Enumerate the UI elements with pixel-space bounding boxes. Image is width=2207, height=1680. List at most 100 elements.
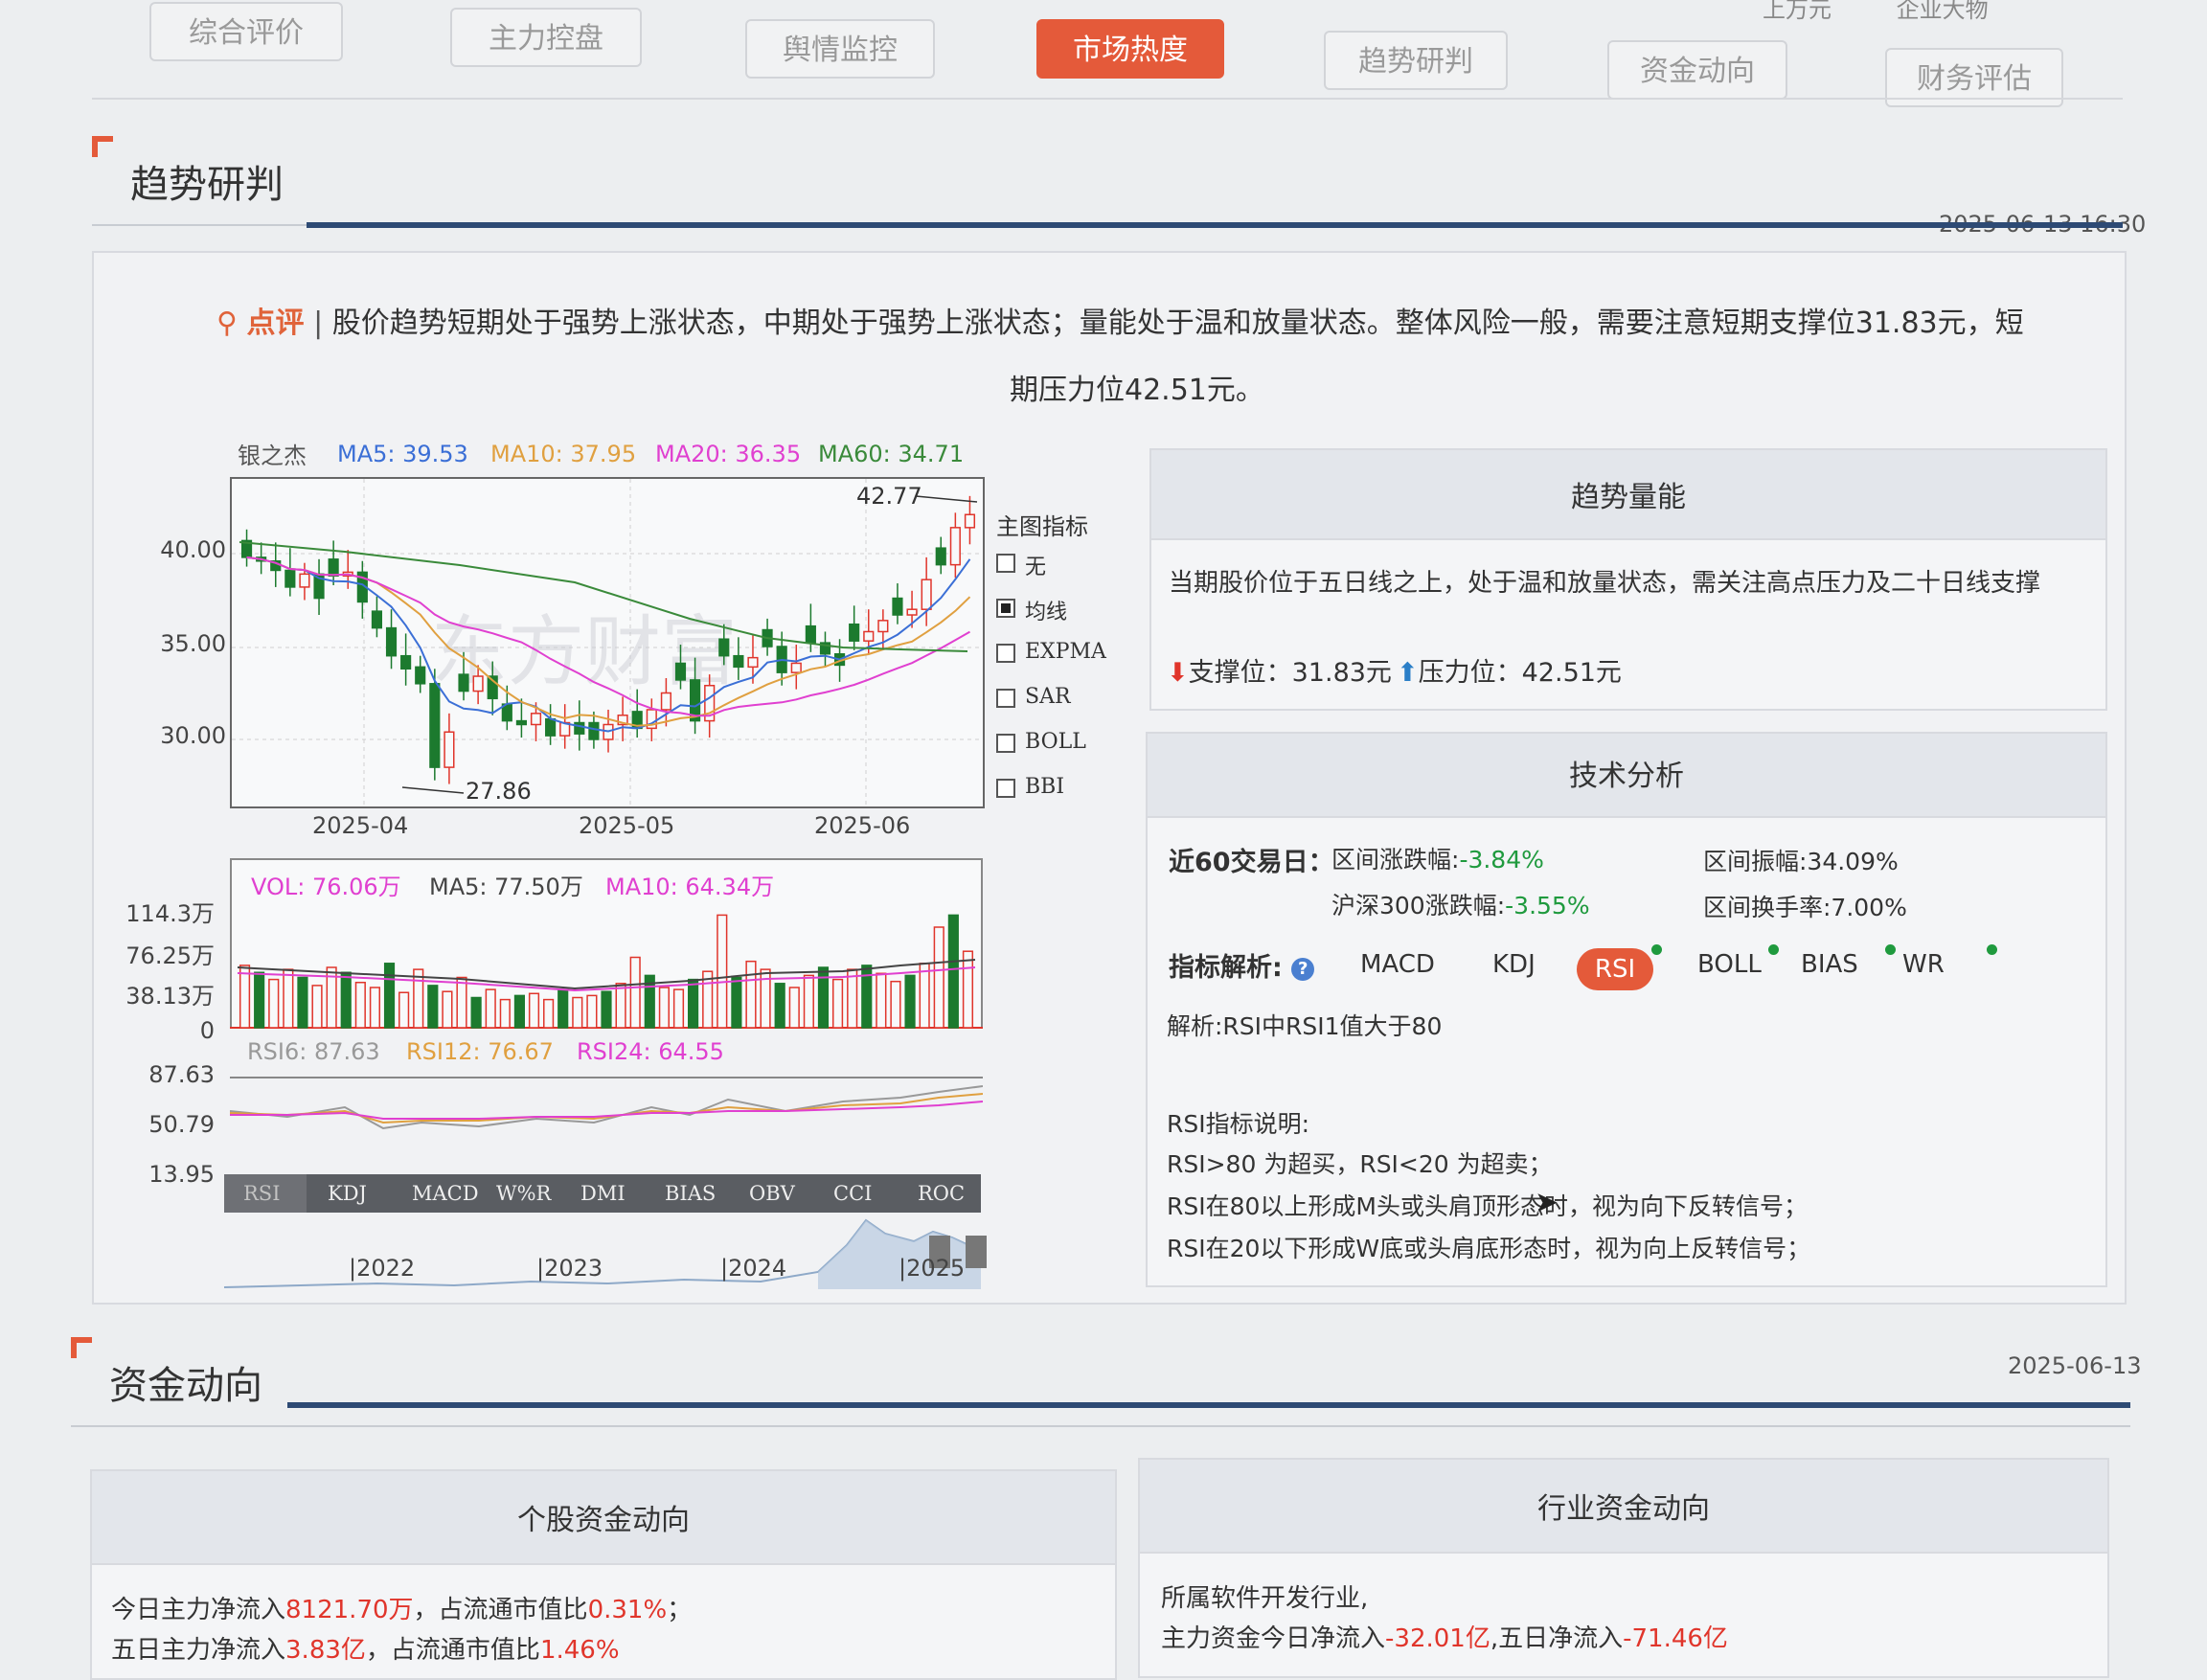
indicator-option-label[interactable]: EXPMA [1025,640,1106,664]
price-tick-label: 35.00 [160,630,226,657]
sub-tab-roc[interactable]: ROC [918,1182,965,1205]
candle-body [877,620,889,633]
rsi-legend: RSI6: 87.63 RSI12: 76.67 RSI24: 64.55 [247,1038,975,1067]
volume-bar [499,998,511,1029]
checkbox-2[interactable] [996,644,1015,663]
comment-line-2: 期压力位42.51元。 [1010,374,1264,407]
indicator-tab-wr[interactable]: WR [1902,950,1945,979]
tab-6[interactable]: 资金动向 [1607,40,1787,100]
ma-legend-item: MA5: 39.53 [337,441,468,467]
volume-bar [513,994,525,1029]
indicator-option-label[interactable]: SAR [1025,685,1071,709]
indicator-tab-boll[interactable]: BOLL [1697,950,1762,979]
indicator-tab-bias[interactable]: BIAS [1801,950,1858,979]
tab-3[interactable]: 舆情监控 [745,19,935,79]
comment-line-1: ⚲ 点评 | 股价趋势短期处于强势上涨状态，中期处于强势上涨状态；量能处于温和放… [216,299,2024,341]
trend-volume-title: 趋势量能 [1151,450,2105,540]
sub-tab-w%r[interactable]: W%R [496,1182,551,1205]
section-rule [71,1425,2130,1427]
volume-bar [383,963,396,1029]
overview-year-label: |2024 [720,1255,787,1282]
stock-funds-title: 个股资金动向 [92,1471,1115,1565]
indicator-tab-kdj[interactable]: KDJ [1492,950,1536,979]
sub-tab-macd[interactable]: MACD [412,1182,479,1205]
analysis-text: 解析:RSI中RSI1值大于80 [1167,1012,1443,1040]
sub-tab-active-highlight [224,1174,307,1213]
support-text: 支撑位：31.83元 [1188,658,1392,688]
tab-1[interactable]: 综合评价 [149,2,343,61]
ma-legend-item: MA60: 34.71 [818,441,965,467]
checkbox-1[interactable] [996,599,1015,618]
indicator-option-label[interactable]: BOLL [1025,730,1086,754]
stock-funds-percent: 0.31% [587,1596,668,1624]
rsi-tick-label: 50.79 [148,1111,215,1138]
stock-funds-text: ； [667,1596,693,1624]
price-high-label: 42.77 [856,483,922,510]
checkbox-3[interactable] [996,689,1015,708]
volume-bar [413,968,424,1029]
candle-body [415,666,426,685]
sub-tab-cci[interactable]: CCI [833,1182,872,1205]
candle-body [444,731,455,768]
volume-bar [369,987,381,1029]
overview-year-text: 2022 [356,1255,416,1282]
indicator-tab-rsi[interactable]: RSI [1577,948,1653,990]
indicator-option-label[interactable]: 无 [1025,550,1046,580]
industry-line: 主力资金今日净流入-32.01亿,五日净流入-71.46亿 [1161,1619,1728,1654]
volume-bar [717,914,728,1029]
candle-body [385,626,398,657]
indicator-option-label[interactable]: BBI [1025,775,1064,799]
candlestick-chart[interactable]: 东方财富42.7727.86 [230,477,987,810]
checkbox-4[interactable] [996,734,1015,753]
sub-tab-obv[interactable]: OBV [749,1182,795,1205]
volume-bar [774,983,785,1029]
section-rule-accent [307,222,2123,228]
rsi-tick-label: 87.63 [148,1061,215,1088]
candle-body [530,713,542,726]
sub-tab-bias[interactable]: BIAS [665,1182,716,1205]
period-label: 近60交易日： [1169,848,1334,877]
volume-bar [890,980,901,1029]
funds-date: 2025-06-13 [2008,1352,2142,1379]
candle-body [921,579,932,610]
tab-2[interactable]: 主力控盘 [450,8,642,67]
stock-funds-percent: 1.46% [539,1636,620,1665]
industry-line: 所属软件开发行业, [1161,1584,1369,1613]
volume-bar [831,978,844,1029]
checkbox-5[interactable] [996,779,1015,798]
indicator-tabs: MACD KDJ RSI BOLL BIAS WR [1148,937,2105,994]
indicator-tab-macd[interactable]: MACD [1360,950,1435,979]
tab-4[interactable]: 市场热度 [1036,19,1224,79]
volume-bar [456,976,467,1029]
vol-legend-item: MA10: 64.34万 [605,874,775,900]
rsi-desc-line: RSI在20以下形成W底或头肩底形态时，视为向上反转信号； [1167,1235,1811,1262]
date-tick-label: 2025-04 [312,812,409,839]
sub-tab-kdj[interactable]: KDJ [328,1182,367,1205]
sub-tab-dmi[interactable]: DMI [580,1182,626,1205]
volume-bar [427,985,439,1029]
comment-sep: | [313,306,332,340]
rsi-chart[interactable] [230,1078,983,1172]
candle-body [964,513,976,529]
volume-bar [557,988,569,1029]
stock-funds-text: 今日主力净流入 [111,1596,286,1624]
tab-divider [92,98,2123,100]
volume-bar [398,991,410,1029]
indicator-option-label[interactable]: 均线 [1025,595,1067,625]
tab-5[interactable]: 趋势研判 [1324,31,1508,90]
candle-body [892,597,903,616]
top-right-text: 上万元 企业大物 [1763,0,1989,24]
indicator-status-dot [1651,944,1662,955]
candle-body [574,721,585,735]
checkbox-0[interactable] [996,554,1015,573]
price-axis: 40.00 35.00 30.00 [134,477,226,810]
top-right-item[interactable]: 上万元 [1763,0,1832,23]
main-indicator-title: 主图指标 [996,513,1088,540]
pressure-level: ⬆压力位：42.51元 [1397,651,1622,689]
volume-tick-label: 38.13万 [125,983,215,1010]
volume-chart[interactable] [230,900,983,1029]
volume-bar [442,990,453,1029]
tech-analysis-title: 技术分析 [1148,734,2105,818]
ma-legend-item: MA10: 37.95 [490,441,637,467]
top-right-item[interactable]: 企业大物 [1897,0,1989,23]
